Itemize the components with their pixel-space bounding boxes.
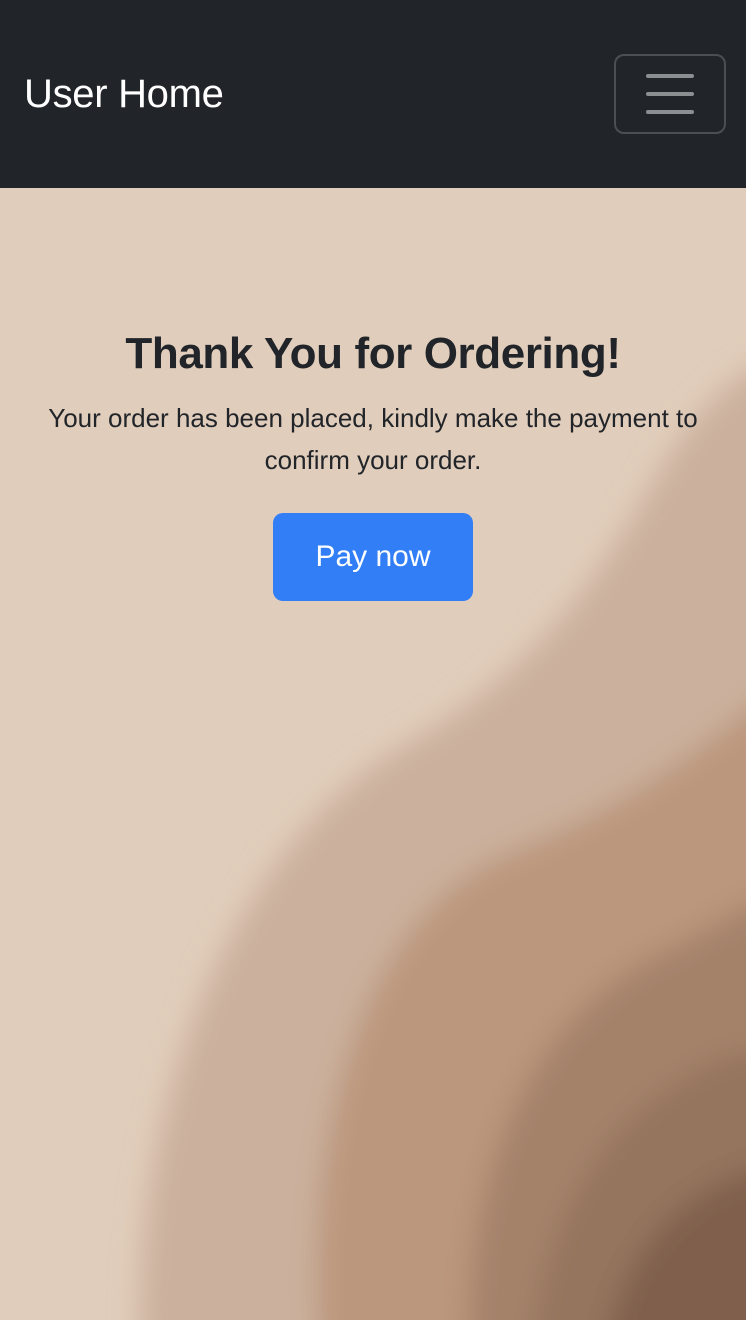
order-confirmation-section: Thank You for Ordering! Your order has b… (0, 188, 746, 1320)
hamburger-menu-icon-bar (646, 92, 694, 96)
confirmation-content: Thank You for Ordering! Your order has b… (0, 328, 746, 601)
hamburger-menu-icon-bar (646, 110, 694, 114)
page-title: Thank You for Ordering! (125, 329, 621, 378)
hamburger-menu-icon (646, 74, 694, 78)
top-navbar: User Home (0, 0, 746, 188)
order-message: Your order has been placed, kindly make … (48, 402, 698, 475)
navbar-brand[interactable]: User Home (24, 72, 224, 117)
pay-now-button[interactable]: Pay now (273, 512, 473, 601)
menu-toggle-button[interactable] (614, 54, 726, 134)
